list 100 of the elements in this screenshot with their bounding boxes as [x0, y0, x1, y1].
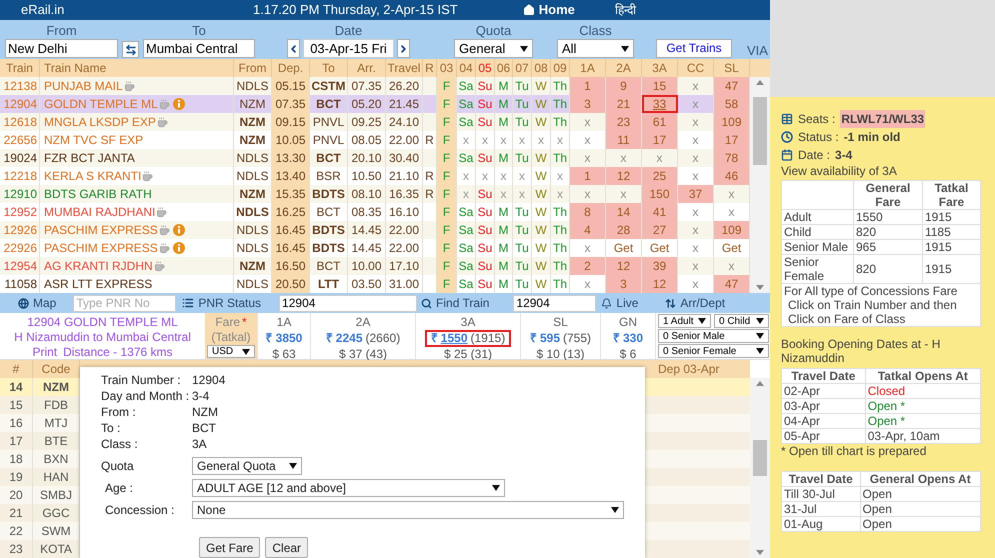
fare-option[interactable]: ₹ 330 — [606, 330, 650, 347]
availability-cell[interactable]: 47 — [714, 275, 750, 293]
availability-cell[interactable]: 150 — [642, 185, 678, 203]
availability-cell[interactable]: 109 — [714, 221, 750, 239]
availability-cell[interactable]: 61 — [642, 113, 678, 131]
get-trains-button[interactable]: Get Trains — [656, 39, 732, 58]
quota-select[interactable]: General — [454, 39, 533, 58]
train-name[interactable]: NZM TVC SF EXP — [44, 131, 144, 149]
availability-cell[interactable]: 25 — [642, 167, 678, 185]
train-row[interactable]: 12910 BDTS GARIB RATH NZM 15.35 BDTS 08.10 16.35 R F x Su x x W x x x 150 37 x — [0, 185, 750, 203]
train-title[interactable]: 12904 GOLDN TEMPLE ML — [27, 315, 178, 330]
availability-cell[interactable]: 14 — [606, 203, 642, 221]
availability-cell[interactable]: 41 — [642, 203, 678, 221]
availability-cell[interactable]: 23 — [606, 113, 642, 131]
availability-cell[interactable]: 39 — [642, 257, 678, 275]
availability-cell[interactable]: 46 — [714, 167, 750, 185]
clear-button[interactable]: Clear — [265, 537, 308, 558]
live-link[interactable]: Live — [601, 294, 638, 312]
language-link[interactable]: हिन्दी — [614, 1, 636, 19]
next-date-button[interactable] — [397, 39, 410, 58]
fare-option[interactable]: ₹ 595 (755) — [524, 330, 598, 347]
scrollbar[interactable] — [750, 378, 770, 558]
train-name[interactable]: BDTS GARIB RATH — [44, 185, 152, 203]
availability-cell[interactable]: 78 — [714, 149, 750, 167]
train-row[interactable]: 19024 FZR BCT JANTA NDLS 13.30 BCT 20.10 30.40 F Sa Su M Tu W Th x x x x 78 — [0, 149, 750, 167]
swap-button[interactable] — [122, 41, 139, 58]
availability-cell[interactable]: 17 — [714, 131, 750, 149]
availability-cell[interactable]: 9 — [606, 77, 642, 95]
date-field[interactable]: 03-Apr-15 Fri — [303, 39, 394, 58]
train-name[interactable]: PUNJAB MAIL — [44, 77, 123, 95]
availability-cell[interactable]: 8 — [570, 203, 606, 221]
train-row[interactable]: 12904 GOLDN TEMPLE ML NZM 07.35 BCT 05.20 21.45 F Sa Su M Tu W Th 3 21 33 x 58 — [0, 95, 750, 113]
previous-date-button[interactable] — [287, 39, 300, 58]
scroll-up-icon[interactable] — [756, 381, 764, 386]
scroll-up-icon[interactable] — [756, 80, 764, 85]
train-name[interactable]: ASR LTT EXPRESS — [44, 275, 152, 293]
senior-female-count-select[interactable]: 0 Senior Female — [658, 344, 769, 358]
train-name[interactable]: AG KRANTI RJDHN — [44, 257, 153, 275]
site-logo[interactable]: eRail.in — [21, 0, 221, 20]
get-fare-button[interactable]: Get Fare — [199, 537, 260, 558]
availability-cell[interactable]: 3 — [606, 275, 642, 293]
train-row[interactable]: 12618 MNGLA LKSDP EXP NZM 09.15 PNVL 09.25 24.10 F Sa Su M Tu W Th x 23 61 x 109 — [0, 113, 750, 131]
availability-cell[interactable]: 37 — [678, 185, 714, 203]
availability-link[interactable]: View availability of 3A — [781, 164, 995, 180]
availability-cell[interactable]: 2 — [570, 257, 606, 275]
train-name[interactable]: FZR BCT JANTA — [44, 149, 135, 167]
train-name[interactable]: PASCHIM EXPRESS — [44, 239, 158, 257]
print-link[interactable]: Print — [32, 345, 58, 360]
train-row[interactable]: 12954 AG KRANTI RJDHN NZM 16.50 BCT 10.00 17.10 F Sa Su M Tu W Th 2 12 39 x x — [0, 257, 750, 275]
availability-cell[interactable]: 28 — [606, 221, 642, 239]
availability-cell[interactable]: 12 — [606, 257, 642, 275]
scrollbar[interactable] — [750, 77, 770, 293]
availability-cell[interactable]: 15 — [642, 77, 678, 95]
currency-select[interactable]: USD — [207, 345, 255, 358]
fare-option[interactable]: ₹ 3850 — [260, 330, 308, 347]
class-select[interactable]: All — [557, 39, 634, 58]
concession-select[interactable]: None — [192, 501, 624, 519]
to-field[interactable]: Mumbai Central — [143, 39, 255, 58]
train-name[interactable]: MUMBAI RAJDHANI — [44, 203, 156, 221]
child-count-select[interactable]: 0 Child — [714, 314, 769, 328]
availability-cell[interactable]: 21 — [606, 95, 642, 113]
fare-option[interactable]: ₹ 1550 (1915) — [424, 330, 512, 347]
train-number-field[interactable]: 12904 — [279, 294, 418, 312]
availability-cell[interactable]: 109 — [714, 113, 750, 131]
availability-cell[interactable]: 4 — [570, 221, 606, 239]
availability-cell[interactable]: 3 — [570, 95, 606, 113]
from-field[interactable]: New Delhi — [5, 39, 118, 58]
scroll-thumb[interactable] — [753, 440, 767, 476]
live-train-field[interactable]: 12904 — [513, 294, 596, 312]
age-select[interactable]: ADULT AGE [12 and above] — [192, 479, 505, 497]
via-link[interactable]: VIA — [747, 41, 768, 60]
arr-dept-link[interactable]: Arr/Dept — [665, 294, 726, 312]
availability-cell[interactable]: 47 — [714, 77, 750, 95]
senior-male-count-select[interactable]: 0 Senior Male — [658, 329, 769, 343]
scroll-thumb[interactable] — [753, 97, 767, 165]
availability-cell[interactable]: 1 — [570, 77, 606, 95]
train-name[interactable]: GOLDN TEMPLE ML — [44, 95, 158, 113]
availability-cell[interactable]: 17 — [642, 131, 678, 149]
fare-option[interactable]: ₹ 2245 (2660) — [320, 330, 406, 347]
train-name[interactable]: MNGLA LKSDP EXP — [44, 113, 156, 131]
train-name[interactable]: KERLA S KRANTI — [44, 167, 142, 185]
adult-count-select[interactable]: 1 Adult — [658, 314, 711, 328]
scroll-down-icon[interactable] — [756, 550, 764, 555]
train-row[interactable]: 12926 PASCHIM EXPRESS NDLS 16.45 BDTS 14.45 22.00 F Sa Su M Tu W Th 4 28 27 x 109 — [0, 221, 750, 239]
availability-cell[interactable]: 12 — [642, 275, 678, 293]
home-link[interactable]: Home — [522, 0, 575, 20]
train-row[interactable]: 12138 PUNJAB MAIL NDLS 05.15 CSTM 07.35 26.20 F Sa Su M Tu W Th 1 9 15 x 47 — [0, 77, 750, 95]
availability-cell[interactable]: 27 — [642, 221, 678, 239]
map-link[interactable]: Map — [18, 294, 56, 312]
train-name[interactable]: PASCHIM EXPRESS — [44, 221, 158, 239]
availability-cell[interactable]: 1 — [570, 167, 606, 185]
availability-cell[interactable]: 33 — [642, 95, 678, 113]
availability-cell[interactable]: 12 — [606, 167, 642, 185]
scroll-down-icon[interactable] — [756, 285, 764, 290]
availability-cell[interactable]: 11 — [606, 131, 642, 149]
pnr-field[interactable]: Type PNR No — [73, 294, 176, 312]
pnr-status-link[interactable]: PNR Status — [182, 294, 262, 312]
availability-cell[interactable]: 58 — [714, 95, 750, 113]
find-train-link[interactable]: Find Train — [421, 294, 490, 312]
quota-select[interactable]: General Quota — [192, 457, 302, 475]
